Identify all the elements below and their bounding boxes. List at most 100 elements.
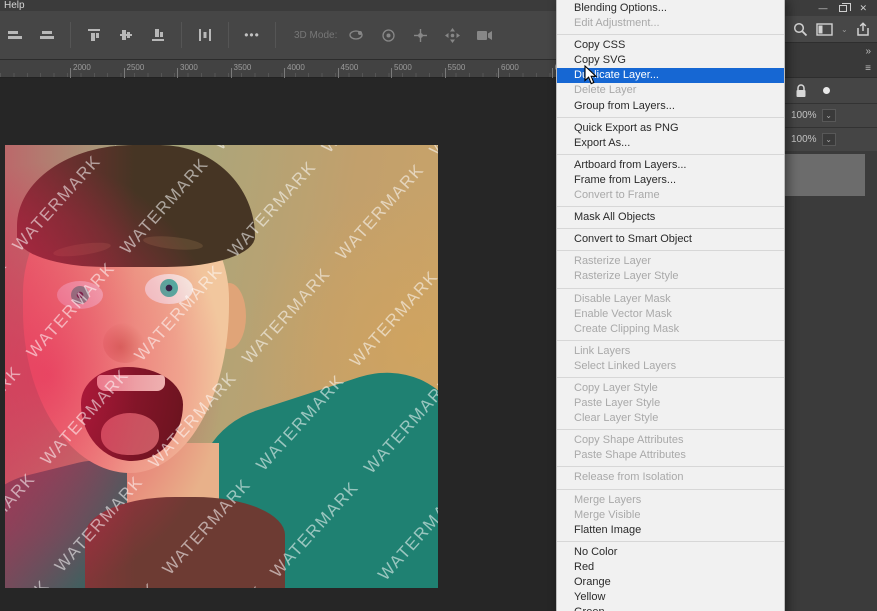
workspace-icon[interactable] <box>816 23 833 36</box>
3d-roll-icon <box>375 24 401 46</box>
menu-item-quick-export-as-png[interactable]: Quick Export as PNG <box>557 121 784 136</box>
panel-toolbar: ⌄ <box>785 16 877 43</box>
ruler-tick-label: 3000 <box>180 63 198 72</box>
ruler-tick-mark <box>70 68 71 78</box>
menu-item-mask-all-objects[interactable]: Mask All Objects <box>557 210 784 225</box>
ruler-tick-label: 5500 <box>448 63 466 72</box>
menu-group: Blending Options...Edit Adjustment... <box>557 0 784 34</box>
menu-group: Mask All Objects <box>557 206 784 228</box>
menu-help[interactable]: Help <box>4 0 25 11</box>
distribute-icon[interactable] <box>192 24 218 46</box>
menu-item-copy-layer-style: Copy Layer Style <box>557 381 784 396</box>
mouse-cursor-icon <box>584 65 598 85</box>
menu-item-copy-css[interactable]: Copy CSS <box>557 38 784 53</box>
3d-mode-label: 3D Mode: <box>294 30 337 41</box>
menu-item-edit-adjustment: Edit Adjustment... <box>557 16 784 31</box>
share-icon[interactable] <box>856 22 870 37</box>
ruler-tick-label: 4000 <box>287 63 305 72</box>
workspace-chevron-icon[interactable]: ⌄ <box>841 25 848 34</box>
toolbar-separator <box>70 22 71 48</box>
ruler-tick-mark <box>124 68 125 78</box>
menu-item-release-from-isolation: Release from Isolation <box>557 470 784 485</box>
minimize-button[interactable]: — <box>818 4 827 13</box>
menu-item-select-linked-layers: Select Linked Layers <box>557 359 784 374</box>
menu-item-frame-from-layers[interactable]: Frame from Layers... <box>557 173 784 188</box>
menu-group: Artboard from Layers...Frame from Layers… <box>557 154 784 206</box>
menu-item-paste-layer-style: Paste Layer Style <box>557 396 784 411</box>
ruler-tick-mark <box>498 68 499 78</box>
menu-item-yellow[interactable]: Yellow <box>557 590 784 605</box>
close-button[interactable]: ✕ <box>859 4 867 13</box>
fill-row: 100% ⌄ <box>785 127 877 151</box>
menu-item-disable-layer-mask: Disable Layer Mask <box>557 292 784 307</box>
menu-item-paste-shape-attributes: Paste Shape Attributes <box>557 448 784 463</box>
align-bottom-icon[interactable] <box>145 24 171 46</box>
fill-dropdown-icon[interactable]: ⌄ <box>822 133 836 146</box>
opacity-value[interactable]: 100% <box>791 110 817 121</box>
align-middle-icon[interactable] <box>113 24 139 46</box>
photo-red-light-wash <box>5 145 438 588</box>
menu-item-export-as[interactable]: Export As... <box>557 136 784 151</box>
ruler-tick-label: 6000 <box>501 63 519 72</box>
ruler-tick-label: 2000 <box>73 63 91 72</box>
search-icon[interactable] <box>793 22 808 37</box>
menu-item-group-from-layers[interactable]: Group from Layers... <box>557 99 784 114</box>
menu-item-flatten-image[interactable]: Flatten Image <box>557 523 784 538</box>
3d-pan-icon <box>407 24 433 46</box>
3d-camera-icon <box>471 24 497 46</box>
menu-item-orange[interactable]: Orange <box>557 575 784 590</box>
menu-item-blending-options[interactable]: Blending Options... <box>557 1 784 16</box>
photo-layer[interactable]: WATERMARKWATERMARKWATERMARKWATERMARKWATE… <box>5 145 438 588</box>
menu-group: Disable Layer MaskEnable Vector MaskCrea… <box>557 288 784 340</box>
restore-button[interactable] <box>839 5 847 12</box>
ruler-tick-mark <box>177 68 178 78</box>
lock-icon[interactable] <box>795 84 807 98</box>
menu-item-rasterize-layer-style: Rasterize Layer Style <box>557 269 784 284</box>
ruler-tick-mark <box>445 68 446 78</box>
fill-value[interactable]: 100% <box>791 134 817 145</box>
ruler-tick-mark <box>552 68 553 78</box>
ruler-tick-label: 4500 <box>341 63 359 72</box>
menu-item-create-clipping-mask: Create Clipping Mask <box>557 322 784 337</box>
toolbar-separator <box>181 22 182 48</box>
menu-group: Link LayersSelect Linked Layers <box>557 340 784 377</box>
panel-menu-icon[interactable]: ≡ <box>865 63 871 74</box>
menu-item-enable-vector-mask: Enable Vector Mask <box>557 307 784 322</box>
layer-lock-row <box>785 77 877 103</box>
ruler-tick-mark <box>231 68 232 78</box>
panel-menu-strip: ≡ <box>785 60 877 77</box>
menu-item-artboard-from-layers[interactable]: Artboard from Layers... <box>557 158 784 173</box>
menu-item-convert-to-frame: Convert to Frame <box>557 188 784 203</box>
menu-item-no-color[interactable]: No Color <box>557 545 784 560</box>
menu-item-merge-layers: Merge Layers <box>557 493 784 508</box>
menu-item-clear-layer-style: Clear Layer Style <box>557 411 784 426</box>
photoshop-app: Help ••• 3D Mode: <box>0 0 877 611</box>
menu-item-merge-visible: Merge Visible <box>557 508 784 523</box>
right-panel: — ✕ ⌄ » ≡ 100% <box>785 0 877 611</box>
opacity-dropdown-icon[interactable]: ⌄ <box>822 109 836 122</box>
menu-item-link-layers: Link Layers <box>557 344 784 359</box>
fill-indicator-icon[interactable] <box>823 87 830 94</box>
menu-group: Release from Isolation <box>557 466 784 488</box>
more-options-icon[interactable]: ••• <box>239 24 265 46</box>
menu-item-green[interactable]: Green <box>557 605 784 611</box>
menu-item-convert-to-smart-object[interactable]: Convert to Smart Object <box>557 232 784 247</box>
align-left-icon[interactable] <box>2 24 28 46</box>
align-center-icon[interactable] <box>34 24 60 46</box>
menu-group: Quick Export as PNGExport As... <box>557 117 784 154</box>
align-top-icon[interactable] <box>81 24 107 46</box>
ruler-tick-label: 3500 <box>234 63 252 72</box>
3d-slide-icon <box>439 24 465 46</box>
menu-group: Copy Shape AttributesPaste Shape Attribu… <box>557 429 784 466</box>
menu-item-delete-layer: Delete Layer <box>557 83 784 98</box>
collapse-panel-icon[interactable]: » <box>865 46 871 57</box>
ruler-tick-label: 5000 <box>394 63 412 72</box>
panel-collapse-strip: » <box>785 43 877 60</box>
menu-item-rasterize-layer: Rasterize Layer <box>557 254 784 269</box>
menu-item-red[interactable]: Red <box>557 560 784 575</box>
ruler-tick-mark <box>338 68 339 78</box>
menu-group: Rasterize LayerRasterize Layer Style <box>557 250 784 287</box>
opacity-row: 100% ⌄ <box>785 103 877 127</box>
menu-group: Copy Layer StylePaste Layer StyleClear L… <box>557 377 784 429</box>
ruler-tick-mark <box>284 68 285 78</box>
